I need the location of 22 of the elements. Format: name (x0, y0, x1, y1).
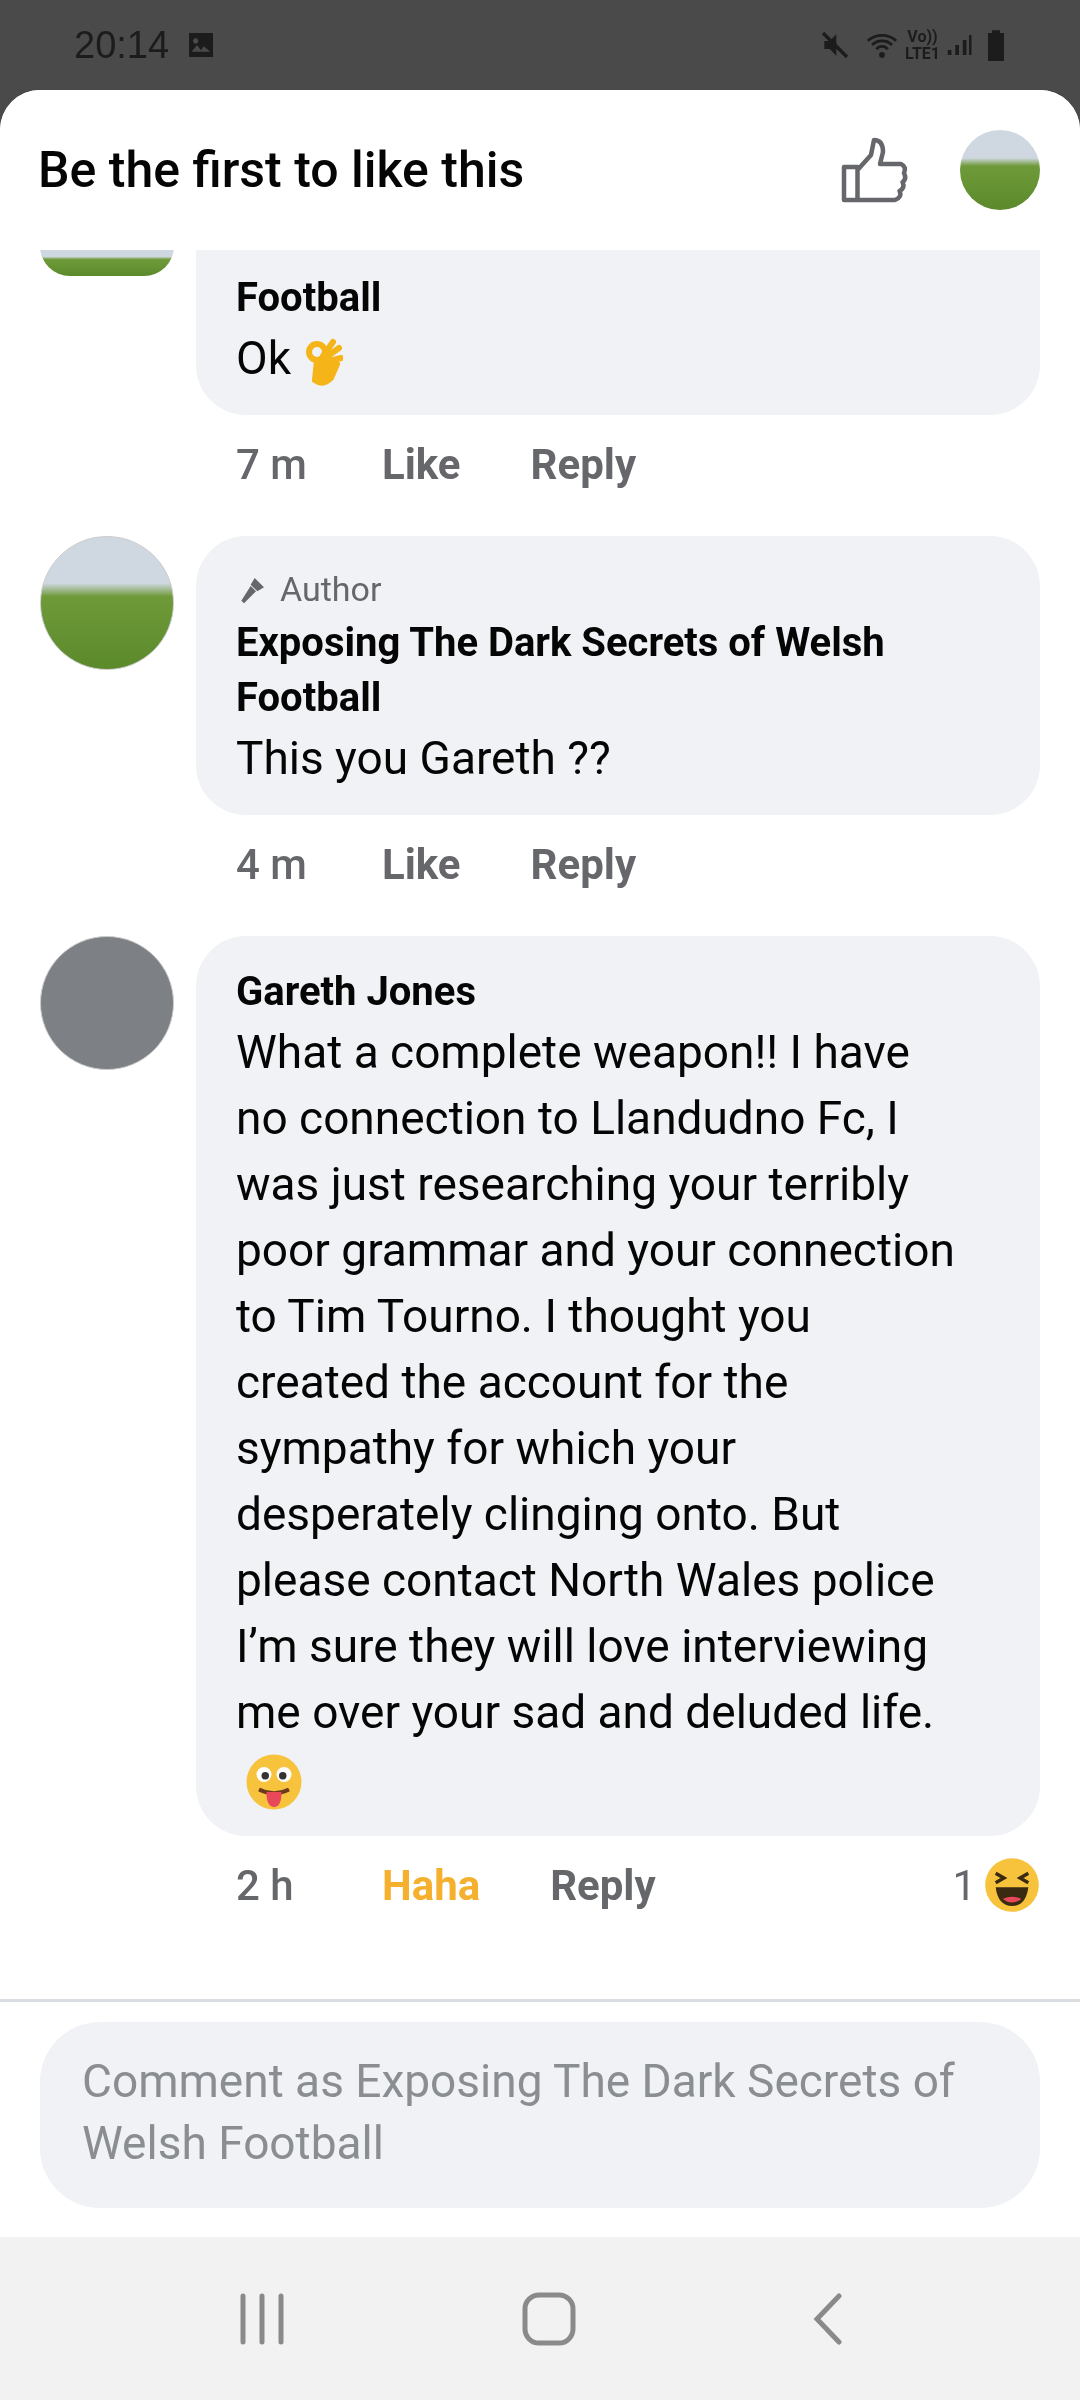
comment-text: This you Gareth ?? (236, 731, 611, 785)
mute-icon (819, 29, 851, 61)
comment-input-field[interactable]: Comment as Exposing The Dark Secrets of Welsh Football (40, 2022, 1040, 2208)
commenter-name[interactable]: Football (236, 270, 960, 325)
author-label: Author (280, 568, 382, 611)
reaction-button[interactable]: Like (382, 833, 461, 896)
home-icon[interactable] (522, 2291, 576, 2346)
reply-button[interactable]: Reply (530, 833, 637, 896)
reply-button[interactable]: Reply (530, 433, 637, 496)
laughing-face-icon[interactable] (984, 1857, 1040, 1914)
commenter-name[interactable]: Exposing The Dark Secrets of Welsh Football (236, 615, 960, 725)
comment-text: Ok (236, 331, 291, 385)
likes-title: Be the first to like this (38, 139, 526, 201)
reaction-count: 1 (952, 1859, 976, 1912)
commenter-name[interactable]: Gareth Jones (236, 964, 960, 1019)
comment-time: 4 m (236, 839, 308, 891)
battery-icon (986, 29, 1006, 61)
reaction-button[interactable]: Like (382, 433, 461, 496)
comment-time: 7 m (236, 439, 308, 491)
comment-text: What a complete weapon!! I have no connection to Llandudno Fc, I was just researching your terribly poor grammar and your connection to Tim Tourno. I thought you created the account for the sympathy for which your desperately clinging onto. But please contact North Wales police I’m sure they will love interviewing me over your sad and deluded life. (236, 1025, 955, 1739)
reply-button[interactable]: Reply (550, 1853, 656, 1917)
comment-time: 2 h (236, 1859, 295, 1912)
